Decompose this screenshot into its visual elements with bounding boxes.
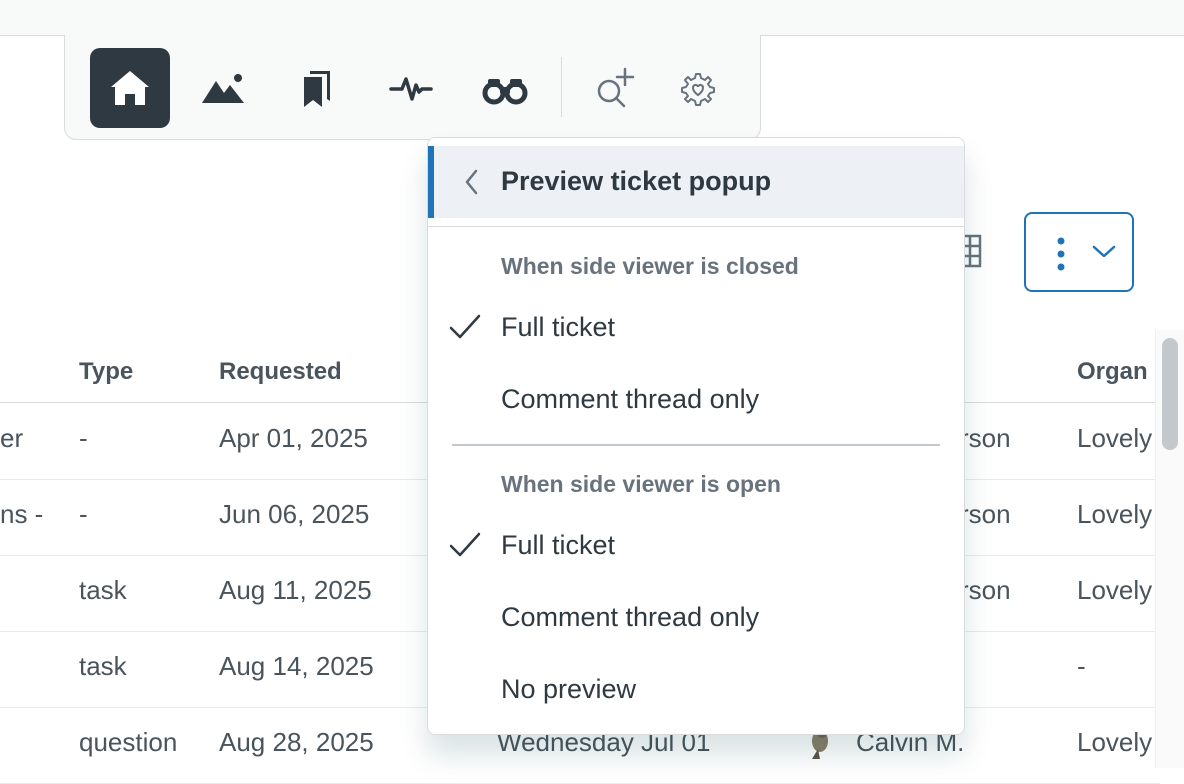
- landscape-icon: [202, 74, 244, 103]
- bookmarks-icon: [304, 71, 330, 107]
- cell-requester: rson: [960, 423, 1011, 453]
- options-menu-button[interactable]: [1024, 212, 1134, 292]
- column-header-requested[interactable]: Requested: [219, 358, 342, 386]
- column-header-organization[interactable]: Organ: [1077, 358, 1148, 386]
- checkmark-icon: [449, 314, 481, 339]
- cell-organization: -: [1077, 651, 1086, 681]
- scrollbar-thumb[interactable]: [1162, 338, 1178, 450]
- menu-back-header[interactable]: Preview ticket popup: [428, 146, 964, 218]
- cell-requester: rson: [960, 575, 1011, 605]
- nav-separator: [561, 57, 562, 117]
- cell-organization: Lovely: [1077, 575, 1153, 605]
- menu-divider: [428, 226, 964, 227]
- gear-heart-icon: [681, 73, 715, 106]
- option-label: Full ticket: [501, 530, 616, 560]
- cell-requested: Aug 11, 2025: [219, 575, 372, 605]
- nav-settings-button[interactable]: [657, 48, 737, 128]
- group-label-closed: When side viewer is closed: [501, 253, 799, 279]
- option-open-full-ticket[interactable]: Full ticket: [428, 514, 964, 578]
- group-label-open: When side viewer is open: [501, 471, 781, 497]
- preview-popup-menu: Preview ticket popup When side viewer is…: [427, 137, 965, 735]
- cell-type: -: [79, 499, 88, 529]
- chevron-down-icon: [1092, 245, 1116, 258]
- cell-type: task: [79, 651, 127, 681]
- menu-divider: [452, 444, 940, 446]
- home-icon: [111, 71, 149, 105]
- nav-bookmarks-button[interactable]: [277, 48, 357, 128]
- option-label: Comment thread only: [501, 602, 760, 632]
- nav-explore-button[interactable]: [465, 48, 545, 128]
- binoculars-icon: [482, 79, 528, 105]
- nav-home-button[interactable]: [90, 48, 170, 128]
- activity-icon: [389, 77, 433, 101]
- column-header-type[interactable]: Type: [79, 358, 133, 386]
- checkmark-icon: [449, 532, 481, 557]
- cell-subject: ns -: [0, 499, 44, 529]
- option-closed-comment-thread[interactable]: Comment thread only: [428, 368, 964, 432]
- cell-requested: Aug 14, 2025: [219, 651, 374, 681]
- cell-type: task: [79, 575, 127, 605]
- more-vertical-icon: [1057, 237, 1065, 271]
- chevron-left-icon: [465, 169, 478, 195]
- option-closed-full-ticket[interactable]: Full ticket: [428, 296, 964, 360]
- cell-requester: rson: [960, 499, 1011, 529]
- option-label: No preview: [501, 674, 637, 704]
- nav-views-button[interactable]: [183, 48, 263, 128]
- search-add-icon: [597, 67, 635, 108]
- cell-organization: Lovely: [1077, 499, 1153, 529]
- option-open-comment-thread[interactable]: Comment thread only: [428, 586, 964, 650]
- option-label: Full ticket: [501, 312, 616, 342]
- menu-title: Preview ticket popup: [501, 166, 772, 196]
- cell-requested: Aug 28, 2025: [219, 727, 374, 757]
- cell-organization: Lovely: [1077, 727, 1153, 757]
- cell-type: question: [79, 727, 178, 757]
- cell-requested: Apr 01, 2025: [219, 423, 368, 453]
- option-label: Comment thread only: [501, 384, 760, 414]
- option-open-no-preview[interactable]: No preview: [428, 658, 964, 722]
- nav-search-add-button[interactable]: [575, 48, 655, 128]
- nav-toolbar: [64, 35, 761, 140]
- cell-subject: er: [0, 423, 24, 453]
- nav-activity-button[interactable]: [371, 48, 451, 128]
- cell-requested: Jun 06, 2025: [219, 499, 370, 529]
- cell-type: -: [79, 423, 88, 453]
- cell-organization: Lovely: [1077, 423, 1153, 453]
- top-bar: [0, 0, 1184, 36]
